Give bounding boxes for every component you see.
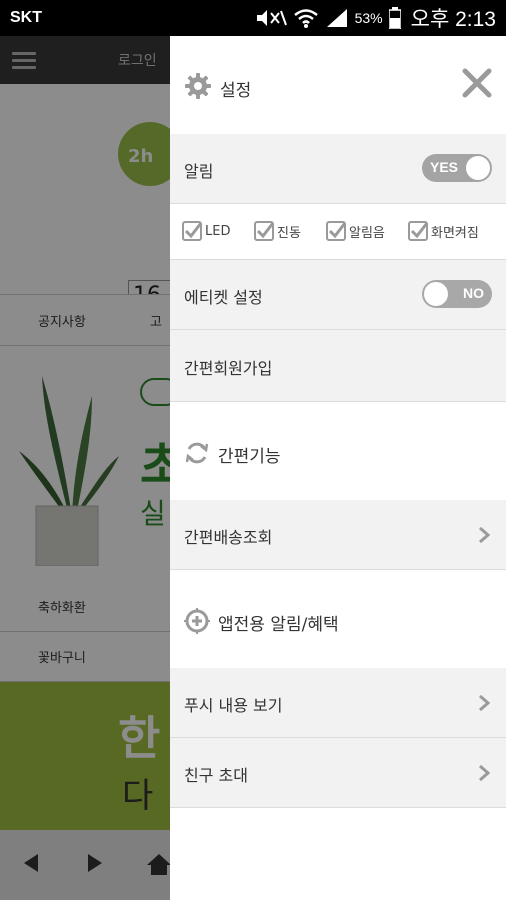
status-icons: 53% 오후 2:13 (253, 5, 496, 31)
signal-icon (326, 9, 347, 27)
menu-item-delivery[interactable]: 간편배송조회 (170, 500, 506, 570)
checkbox-label: LED (205, 223, 231, 239)
drawer-title: 설정 (220, 81, 252, 101)
chevron-right-icon (479, 526, 490, 544)
etiquette-toggle[interactable]: NO (422, 280, 492, 308)
invite-label: 친구 초대 (184, 766, 248, 785)
toggle-knob (466, 156, 490, 180)
chevron-right-icon (479, 764, 490, 782)
etiquette-row: 에티켓 설정 NO (170, 260, 506, 330)
wifi-icon (293, 9, 318, 28)
drawer-header: 설정 (170, 36, 506, 134)
signup-label: 간편회원가입 (184, 359, 273, 378)
menu-item-invite[interactable]: 친구 초대 (170, 738, 506, 808)
toggle-text: YES (430, 159, 459, 175)
notification-label: 알림 (184, 162, 214, 181)
checkbox-checked-icon (408, 221, 428, 241)
clock: 오후 2:13 (410, 8, 496, 31)
checkbox-led[interactable]: LED (182, 221, 230, 241)
checkbox-sound[interactable]: 알림음 (326, 221, 385, 241)
battery-percent: 53% (354, 10, 383, 26)
checkbox-label: 화면켜짐 (431, 225, 479, 241)
checkbox-vibrate[interactable]: 진동 (254, 221, 301, 241)
refresh-icon (185, 442, 209, 464)
checkbox-checked-icon (254, 221, 274, 241)
chevron-right-icon (479, 694, 490, 712)
checkbox-label: 알림음 (349, 225, 385, 241)
mute-icon (256, 10, 287, 26)
notification-toggle[interactable]: YES (422, 154, 492, 182)
battery-icon (388, 7, 401, 29)
close-icon[interactable] (460, 66, 494, 100)
notification-row: 알림 YES (170, 134, 506, 204)
section-title: 간편기능 (218, 447, 281, 467)
section-quick-features: 간편기능 (170, 402, 506, 500)
etiquette-label: 에티켓 설정 (184, 288, 263, 307)
toggle-text: NO (463, 285, 484, 301)
plus-circle-icon (184, 608, 210, 634)
checkbox-label: 진동 (277, 225, 301, 241)
section-app-benefits: 앱전용 알림/혜택 (170, 570, 506, 668)
checkbox-screen-on[interactable]: 화면켜짐 (408, 221, 479, 241)
delivery-label: 간편배송조회 (184, 528, 273, 547)
checkbox-checked-icon (182, 221, 202, 241)
carrier-label: SKT (10, 9, 42, 26)
menu-item-signup[interactable]: 간편회원가입 (170, 330, 506, 402)
gear-icon (185, 73, 211, 99)
toggle-knob (424, 282, 448, 306)
menu-item-push[interactable]: 푸시 내용 보기 (170, 668, 506, 738)
checkbox-checked-icon (326, 221, 346, 241)
notification-options: LED 진동 알림음 화면켜짐 (170, 204, 506, 260)
section-title: 앱전용 알림/혜택 (218, 615, 339, 635)
settings-drawer: 설정 알림 YES LED 진동 알림음 화면켜짐 에티켓 설정 NO 간편회원… (170, 36, 506, 900)
status-bar: SKT 53% 오후 2:13 (0, 0, 506, 36)
push-label: 푸시 내용 보기 (184, 696, 283, 715)
